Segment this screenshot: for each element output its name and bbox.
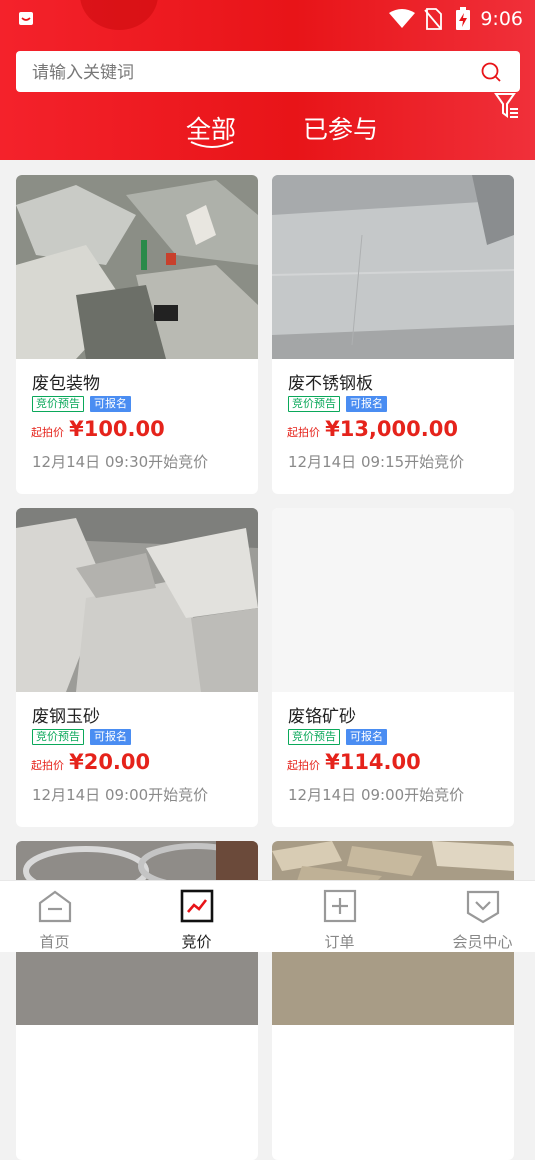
filter-icon[interactable]	[494, 92, 520, 122]
app-notification-icon	[19, 12, 33, 25]
price-row: 起拍价 ¥114.00	[287, 750, 421, 774]
price-row: 起拍价 ¥100.00	[31, 417, 165, 441]
home-icon	[38, 890, 71, 923]
price-label: 起拍价	[287, 426, 320, 439]
nav-item-member[interactable]: 会员中心	[416, 881, 535, 952]
badge-signup: 可报名	[90, 396, 131, 412]
battery-icon	[456, 7, 470, 30]
auction-card[interactable]: 废钢玉砂 竞价预告 可报名 起拍价 ¥20.00 12月14日 09:00开始竞…	[16, 508, 258, 827]
start-time: 12月14日 09:30开始竞价	[32, 453, 209, 471]
search-bar[interactable]	[16, 51, 520, 94]
price-label: 起拍价	[31, 759, 64, 772]
nav-label: 会员中心	[452, 933, 513, 951]
tab-active-indicator	[190, 141, 234, 148]
order-icon	[323, 889, 356, 923]
member-icon	[466, 890, 499, 924]
card-badges: 竞价预告 可报名	[288, 396, 387, 412]
price-value: ¥13,000.00	[325, 417, 458, 441]
start-time: 12月14日 09:15开始竞价	[288, 453, 465, 471]
badge-preview: 竞价预告	[288, 729, 340, 745]
nav-item-orders[interactable]: 订单	[273, 881, 406, 952]
badge-preview: 竞价预告	[288, 396, 340, 412]
nav-label: 订单	[324, 933, 355, 951]
card-title: 废钢玉砂	[32, 707, 100, 727]
badge-signup: 可报名	[346, 396, 387, 412]
nav-item-bidding[interactable]: 竞价	[130, 881, 263, 952]
product-photo	[16, 508, 258, 692]
product-photo	[16, 175, 258, 359]
card-title: 废不锈钢板	[288, 374, 373, 394]
auction-card[interactable]: 废铬矿砂 竞价预告 可报名 起拍价 ¥114.00 12月14日 09:00开始…	[272, 508, 514, 827]
tab-joined[interactable]: 已参与	[303, 110, 378, 146]
card-badges: 竞价预告 可报名	[32, 729, 131, 745]
bottom-nav: 首页 竞价 订单 会员中心	[0, 880, 535, 952]
status-bar: 9:06	[0, 0, 535, 38]
price-row: 起拍价 ¥13,000.00	[287, 417, 458, 441]
chart-icon	[180, 889, 213, 923]
card-badges: 竞价预告 可报名	[288, 729, 387, 745]
auction-card[interactable]: 废不锈钢板 竞价预告 可报名 起拍价 ¥13,000.00 12月14日 09:…	[272, 175, 514, 494]
no-sim-icon	[424, 8, 442, 30]
card-badges: 竞价预告 可报名	[32, 396, 131, 412]
start-time: 12月14日 09:00开始竞价	[32, 786, 209, 804]
price-row: 起拍价 ¥20.00	[31, 750, 150, 774]
nav-label: 首页	[39, 933, 70, 951]
price-value: ¥114.00	[325, 750, 421, 774]
price-label: 起拍价	[31, 426, 64, 439]
start-time: 12月14日 09:00开始竞价	[288, 786, 465, 804]
search-icon[interactable]	[480, 61, 502, 83]
auction-card[interactable]: 废包装物 竞价预告 可报名 起拍价 ¥100.00 12月14日 09:30开始…	[16, 175, 258, 494]
price-value: ¥20.00	[69, 750, 151, 774]
card-title: 废铬矿砂	[288, 707, 356, 727]
card-title: 废包装物	[32, 374, 100, 394]
price-value: ¥100.00	[69, 417, 165, 441]
badge-preview: 竞价预告	[32, 729, 84, 745]
product-photo	[272, 175, 514, 359]
price-label: 起拍价	[287, 759, 320, 772]
wifi-icon	[389, 9, 415, 28]
search-input[interactable]	[30, 51, 474, 94]
badge-signup: 可报名	[90, 729, 131, 745]
badge-preview: 竞价预告	[32, 396, 84, 412]
nav-item-home[interactable]: 首页	[0, 881, 121, 952]
nav-label: 竞价	[181, 933, 212, 951]
product-photo-placeholder	[272, 508, 514, 692]
status-time: 9:06	[480, 8, 523, 30]
badge-signup: 可报名	[346, 729, 387, 745]
header: 9:06 全部 已参与	[0, 0, 535, 160]
